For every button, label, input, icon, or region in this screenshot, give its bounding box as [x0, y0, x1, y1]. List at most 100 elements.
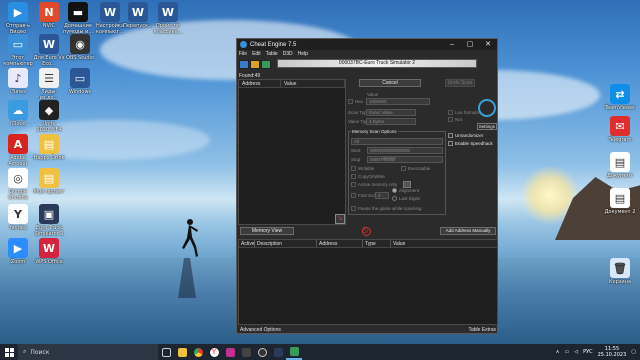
executable-checkbox[interactable] — [401, 166, 406, 171]
table-extras-link[interactable]: Table Extras — [468, 326, 496, 334]
writable-checkbox[interactable] — [351, 166, 356, 171]
desktop-icon[interactable]: ▤ Happy Drink — [31, 134, 67, 161]
desktop-icon-glyph-icon: ▭ — [8, 34, 28, 54]
minimize-button[interactable]: – — [443, 39, 461, 50]
menu-d3d[interactable]: D3D — [283, 51, 293, 57]
start-address-input[interactable]: 0000000000000000 — [367, 147, 443, 154]
desktop-icon-glyph-icon: W — [158, 2, 178, 22]
desktop-icon[interactable]: W WPS Office — [31, 238, 67, 265]
column-address[interactable]: Address — [239, 80, 281, 87]
close-button[interactable]: ✕ — [479, 39, 497, 50]
title-bar[interactable]: Cheat Engine 7.5 – ▢ ✕ — [237, 39, 497, 50]
copyonwrite-checkbox[interactable] — [351, 174, 356, 179]
open-file-icon[interactable] — [250, 59, 260, 69]
truck-icon[interactable] — [270, 344, 286, 360]
not-checkbox[interactable] — [448, 117, 453, 122]
stop-address-input[interactable]: 00007fffffffffff — [367, 156, 443, 163]
cancel-button[interactable]: Cancel — [359, 79, 421, 87]
settings-logo-icon[interactable] — [478, 99, 496, 117]
windows-logo-icon — [4, 347, 14, 357]
menu-edit[interactable]: Edit — [252, 51, 261, 57]
lua-formula-label: Lua formula — [455, 110, 479, 115]
memory-view-button[interactable]: Memory View — [240, 227, 294, 235]
active-memory-options-button[interactable] — [403, 181, 411, 188]
cheat-engine-window[interactable]: Cheat Engine 7.5 – ▢ ✕ File Edit Table D… — [236, 38, 498, 334]
lua-formula-checkbox[interactable] — [448, 110, 453, 115]
speedhack-checkbox[interactable] — [448, 141, 453, 146]
search-icon: ⌕ — [23, 348, 27, 355]
scan-type-select[interactable]: Exact Value — [366, 109, 416, 116]
column-value[interactable]: Value — [391, 240, 495, 247]
menu-help[interactable]: Help — [298, 51, 308, 57]
save-icon[interactable] — [261, 59, 271, 69]
desktop-icon-glyph-icon: A — [8, 134, 28, 154]
file-explorer-icon[interactable] — [174, 344, 190, 360]
menu-table[interactable]: Table — [266, 51, 278, 57]
desktop-icon[interactable]: ▤ Документ 2 — [602, 188, 638, 215]
column-address[interactable]: Address — [317, 240, 363, 247]
clock[interactable]: 11:55 25.10.2023 — [598, 346, 627, 358]
desktop-icon[interactable]: W Пройс по классике... — [150, 2, 186, 35]
value-type-select[interactable]: 4 Bytes — [366, 118, 416, 125]
media-icon[interactable] — [238, 344, 254, 360]
menu-file[interactable]: File — [239, 51, 247, 57]
fast-scan-input[interactable]: 4 — [375, 192, 389, 199]
volume-icon[interactable]: ◁ — [574, 349, 578, 355]
desktop-icon[interactable]: ▭ Windows — [62, 68, 98, 95]
undo-scan-button[interactable]: Undo Scan — [445, 79, 475, 87]
add-address-button[interactable]: Add Address Manually — [440, 227, 496, 235]
desktop-icon[interactable]: ⇄ TeamViewer — [602, 84, 638, 111]
tray-chevron-icon[interactable]: ∧ — [556, 349, 560, 355]
column-value[interactable]: Value — [281, 80, 345, 87]
desktop-icon-glyph-icon: ▶ — [8, 238, 28, 258]
desktop-icon-label: Документ — [607, 173, 633, 179]
cheat-engine-taskbar-icon[interactable] — [286, 344, 302, 360]
alignment-radio[interactable] — [392, 188, 397, 193]
memory-region-select[interactable]: All — [351, 138, 443, 145]
desktop-icon[interactable]: ▬ Домашние пумоды и... — [60, 2, 96, 35]
column-active[interactable]: Active — [239, 240, 255, 247]
unrandomizer-checkbox[interactable] — [448, 133, 453, 138]
speedhack-label: Enable Speedhack — [455, 141, 493, 146]
fast-scan-checkbox[interactable] — [351, 193, 356, 198]
desktop-icon[interactable]: 🗑 Корзина — [602, 258, 638, 285]
yandex-icon[interactable]: Y — [206, 344, 222, 360]
open-process-icon[interactable] — [239, 59, 249, 69]
task-view-icon[interactable] — [158, 344, 174, 360]
scan-results-list[interactable]: Address Value — [238, 79, 346, 225]
address-list[interactable]: Active Description Address Type Value — [238, 239, 498, 325]
maximize-button[interactable]: ▢ — [461, 39, 479, 50]
stop-label: Stop — [351, 157, 361, 162]
column-type[interactable]: Type — [363, 240, 391, 247]
column-description[interactable]: Description — [255, 240, 317, 247]
desktop-icon-glyph-icon: ▭ — [70, 68, 90, 88]
active-memory-checkbox[interactable] — [351, 182, 356, 187]
clear-list-icon[interactable]: ⃠ — [362, 227, 371, 236]
toolbar: 000037BC-Euro Truck Simulator 2 — [237, 58, 497, 70]
copyonwrite-label: CopyOnWrite — [358, 174, 385, 179]
obs-icon[interactable] — [254, 344, 270, 360]
last-digits-radio[interactable] — [392, 196, 397, 201]
advanced-options-link[interactable]: Advanced Options — [240, 326, 281, 334]
writable-label: Writable — [358, 166, 375, 171]
notification-icon[interactable]: ▢ — [631, 349, 636, 355]
desktop-icon[interactable]: ▤ Мой проект — [31, 168, 67, 195]
taskbar: ⌕ Поиск Y ∧ ▭ ◁ РУС 11:55 25.10.2023 ▢ — [0, 344, 640, 360]
settings-button[interactable]: Settings — [476, 123, 497, 130]
chrome-icon[interactable] — [190, 344, 206, 360]
desktop-icon[interactable]: ◉ OBS Studio — [62, 34, 98, 61]
hex-checkbox[interactable] — [348, 99, 353, 104]
network-icon[interactable]: ▭ — [564, 349, 569, 355]
system-tray: ∧ ▭ ◁ РУС 11:55 25.10.2023 ▢ — [556, 344, 640, 360]
pointer-scan-icon[interactable]: ↘ — [335, 214, 345, 224]
pause-game-checkbox[interactable] — [351, 206, 356, 211]
value-input[interactable]: 1000000 — [366, 98, 430, 105]
language-indicator[interactable]: РУС — [583, 349, 593, 355]
desktop-icon[interactable]: ▣ Euro Truck Simulator 2 — [31, 204, 67, 237]
taskbar-search[interactable]: ⌕ Поиск — [18, 344, 158, 360]
desktop-icon[interactable]: ✉ Telegram — [602, 116, 638, 143]
app-icon[interactable] — [222, 344, 238, 360]
start-button[interactable] — [0, 344, 18, 360]
desktop-icon[interactable]: ▤ Документ — [602, 152, 638, 179]
desktop-icon[interactable]: ◆ Unity 2020.3.F4 — [31, 100, 67, 133]
